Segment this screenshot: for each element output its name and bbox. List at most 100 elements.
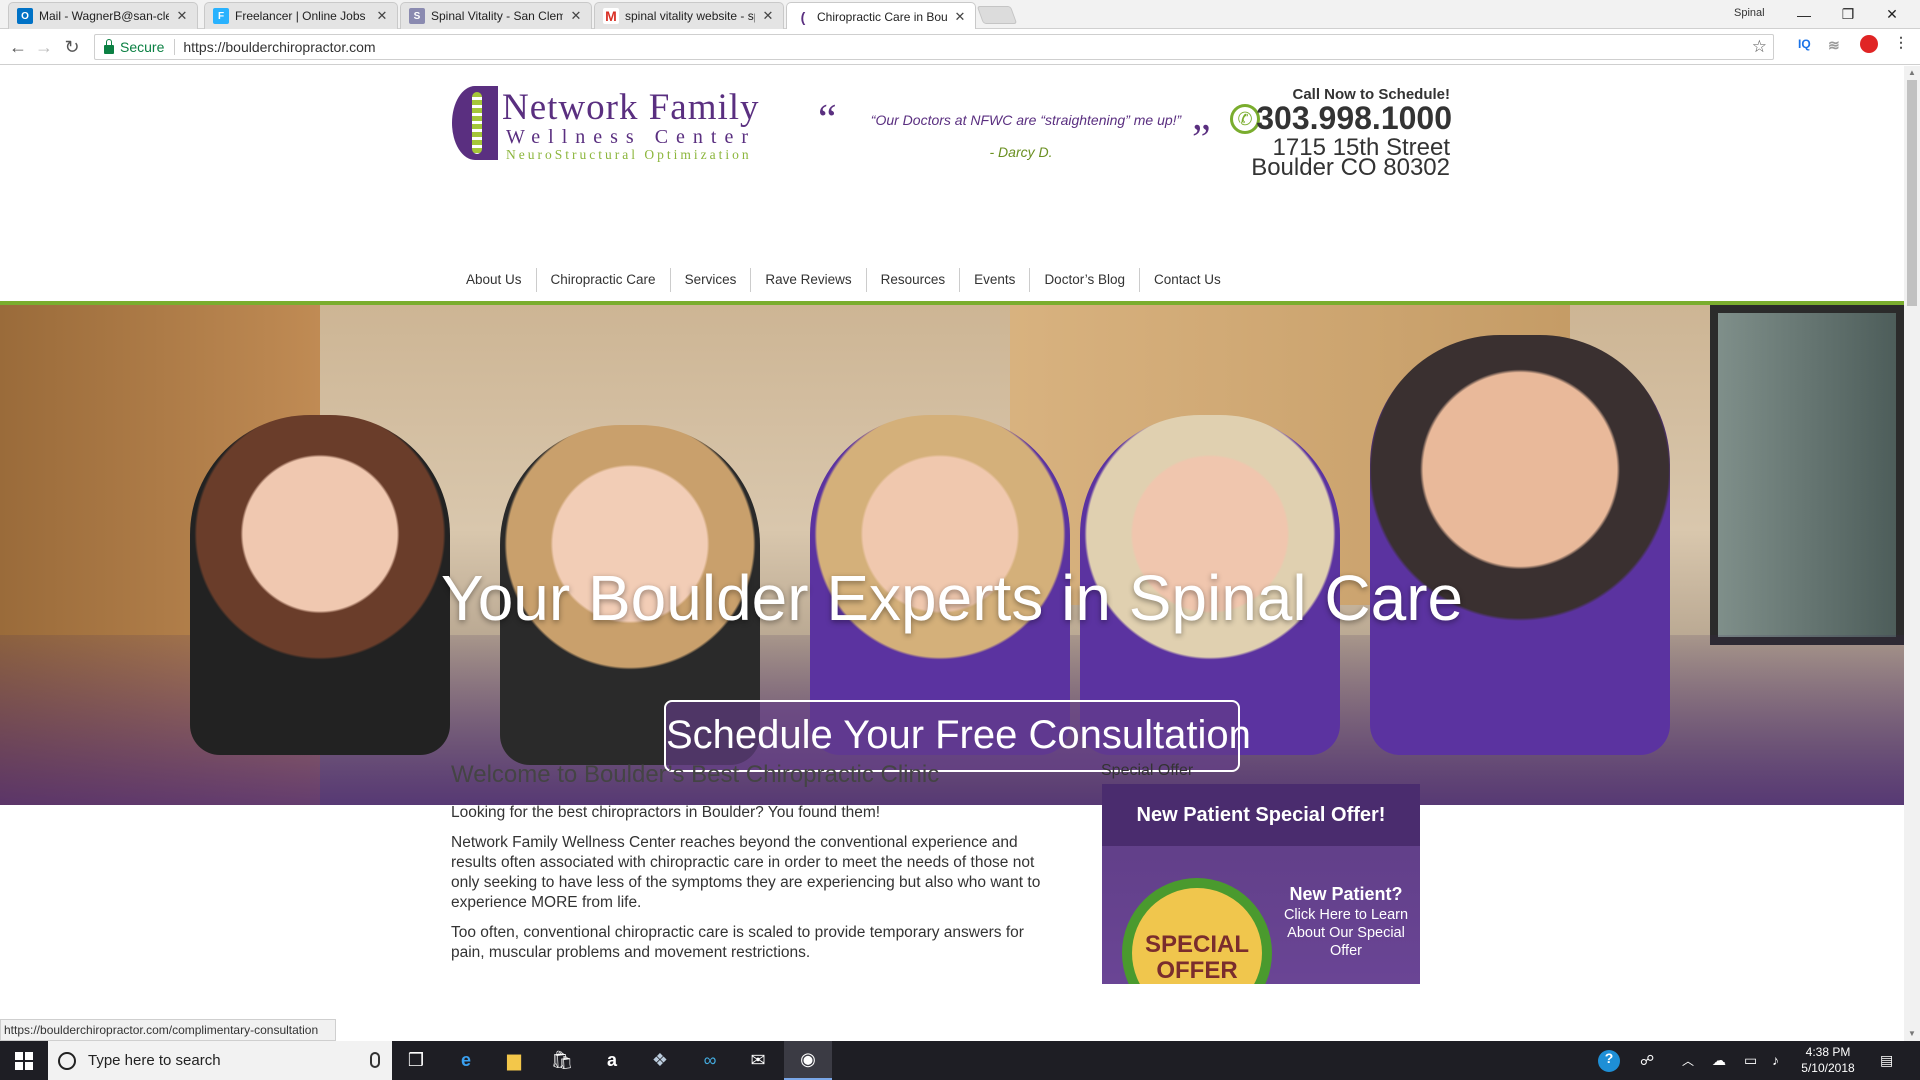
tab-label: Freelancer | Online Jobs | xyxy=(235,9,369,23)
link-status-bar: https://boulderchiropractor.com/complime… xyxy=(0,1019,336,1041)
special-offer-link-text[interactable]: Click Here to Learn About Our Special Of… xyxy=(1272,906,1420,960)
infinity-app-icon[interactable]: ∞ xyxy=(686,1041,734,1080)
profile-name[interactable]: Spinal xyxy=(1734,7,1765,19)
menu-dots-icon[interactable]: ⋮ xyxy=(1894,34,1908,51)
tab-spinal-vitality[interactable]: S Spinal Vitality - San Clem ✕ xyxy=(400,2,592,29)
help-icon[interactable]: ? xyxy=(1598,1050,1620,1072)
store-icon[interactable]: 🛍 xyxy=(538,1041,586,1080)
nfwc-icon: ( xyxy=(795,8,811,25)
clock-time: 4:38 PM xyxy=(1805,1045,1851,1059)
tab-label: Spinal Vitality - San Clem xyxy=(431,9,563,23)
url-text[interactable]: https://boulderchiropractor.com xyxy=(183,39,1751,55)
volume-icon[interactable]: ♪ xyxy=(1772,1052,1779,1068)
spine-icon: S xyxy=(409,8,425,24)
search-placeholder: Type here to search xyxy=(88,1052,221,1069)
divider xyxy=(174,39,176,55)
nav-item-doctors-blog[interactable]: Doctor’s Blog xyxy=(1030,268,1140,292)
windows-logo-icon xyxy=(15,1051,33,1070)
taskbar-search-box[interactable]: Type here to search xyxy=(48,1041,392,1080)
tab-mail[interactable]: O Mail - WagnerB@san-cle ✕ xyxy=(8,2,198,29)
phone-number[interactable]: 303.998.1000 xyxy=(1200,100,1452,137)
close-icon[interactable]: ✕ xyxy=(953,9,967,25)
show-hidden-icons-icon[interactable]: ︿ xyxy=(1682,1052,1694,1069)
special-offer-card[interactable]: New Patient Special Offer! SPECIAL OFFER… xyxy=(1102,784,1420,984)
start-button[interactable] xyxy=(0,1041,48,1080)
outlook-icon: O xyxy=(17,8,33,24)
onedrive-icon[interactable]: ☁ xyxy=(1712,1052,1726,1069)
mail-icon[interactable]: ✉ xyxy=(734,1041,782,1080)
testimonial-quote: “Our Doctors at NFWC are “straightening”… xyxy=(870,112,1182,128)
tab-chiropractic-care[interactable]: ( Chiropractic Care in Boul ✕ xyxy=(786,2,976,30)
page-scrollbar[interactable]: ▲ ▼ xyxy=(1904,66,1920,1041)
close-icon[interactable]: ✕ xyxy=(175,8,189,24)
nav-item-services[interactable]: Services xyxy=(671,268,752,292)
scroll-down-icon[interactable]: ▼ xyxy=(1904,1027,1920,1041)
special-offer-badge: SPECIAL OFFER xyxy=(1122,878,1272,984)
nav-item-rave-reviews[interactable]: Rave Reviews xyxy=(751,268,867,292)
tab-label: spinal vitality website - sp xyxy=(625,9,755,23)
amazon-icon[interactable]: a xyxy=(588,1041,636,1080)
dropbox-icon[interactable]: ❖ xyxy=(636,1041,684,1080)
network-icon[interactable]: ▭ xyxy=(1744,1052,1757,1069)
close-icon[interactable]: ✕ xyxy=(761,8,775,24)
restore-icon[interactable]: ❐ xyxy=(1826,0,1870,29)
new-tab-button[interactable] xyxy=(976,6,1018,24)
gmail-icon: M xyxy=(603,8,619,24)
logo-line-1: Network Family xyxy=(502,87,760,128)
secure-label: Secure xyxy=(120,39,165,55)
reload-icon[interactable]: ↻ xyxy=(60,35,84,59)
scrollbar-thumb[interactable] xyxy=(1907,80,1917,306)
task-view-icon[interactable]: ❒ xyxy=(392,1041,440,1080)
intro-paragraph-3: Too often, conventional chiropractic car… xyxy=(451,924,1024,961)
close-window-icon[interactable]: ✕ xyxy=(1870,0,1914,29)
close-icon[interactable]: ✕ xyxy=(569,8,583,24)
tab-label: Chiropractic Care in Boul xyxy=(817,9,947,24)
intro-paragraph-2: Network Family Wellness Center reaches b… xyxy=(451,834,1041,911)
freelancer-icon: F xyxy=(213,8,229,24)
special-offer-heading: Special Offer xyxy=(1101,762,1194,779)
close-icon[interactable]: ✕ xyxy=(375,8,389,24)
extension-icon[interactable]: ≋ xyxy=(1828,37,1840,54)
file-explorer-icon[interactable]: ▆ xyxy=(490,1041,538,1080)
staff-figure-shape xyxy=(1370,335,1670,755)
chrome-icon[interactable]: ◉ xyxy=(784,1041,832,1080)
nav-item-chiropractic-care[interactable]: Chiropractic Care xyxy=(537,268,671,292)
intro-paragraph-1: Looking for the best chiropractors in Bo… xyxy=(451,804,881,821)
web-page: Network Family Wellness Center NeuroStru… xyxy=(0,66,1904,1041)
nav-item-resources[interactable]: Resources xyxy=(867,268,961,292)
minimize-icon[interactable]: — xyxy=(1782,0,1826,29)
iq-extension-icon[interactable]: IQ xyxy=(1798,37,1811,51)
system-clock[interactable]: 4:38 PM 5/10/2018 xyxy=(1790,1044,1866,1076)
address-line-2: Boulder CO 80302 xyxy=(1251,154,1450,181)
badge-text: SPECIAL OFFER xyxy=(1144,931,1249,984)
back-arrow-icon[interactable]: ← xyxy=(6,35,30,59)
action-center-icon[interactable]: ▤ xyxy=(1880,1052,1893,1069)
hero-title: Your Boulder Experts in Spinal Care xyxy=(440,562,1464,634)
microphone-icon[interactable] xyxy=(370,1052,380,1068)
tab-label: Mail - WagnerB@san-cle xyxy=(39,9,169,23)
bookmark-star-icon[interactable]: ☆ xyxy=(1752,37,1767,57)
new-patient-label: New Patient? xyxy=(1289,884,1403,904)
main-navigation: About Us Chiropractic Care Services Rave… xyxy=(452,268,1235,292)
site-logo[interactable]: Network Family Wellness Center NeuroStru… xyxy=(452,84,812,162)
forward-arrow-icon[interactable]: → xyxy=(32,35,56,59)
lastpass-icon[interactable] xyxy=(1860,35,1878,53)
lock-icon xyxy=(104,38,114,54)
nav-item-events[interactable]: Events xyxy=(960,268,1031,292)
tab-freelancer[interactable]: F Freelancer | Online Jobs | ✕ xyxy=(204,2,398,29)
logo-line-2: Wellness Center xyxy=(506,126,757,148)
special-offer-title: New Patient Special Offer! xyxy=(1102,784,1420,846)
quote-author: - Darcy D. xyxy=(989,144,1053,160)
browser-tab-strip: O Mail - WagnerB@san-cle ✕ F Freelancer … xyxy=(0,0,1920,30)
address-bar[interactable]: Secure https://boulderchiropractor.com ☆ xyxy=(94,34,1774,60)
cortana-icon xyxy=(58,1051,76,1070)
nav-item-contact-us[interactable]: Contact Us xyxy=(1140,268,1235,292)
spine-logo-icon xyxy=(452,86,498,160)
tab-gmail-search[interactable]: M spinal vitality website - sp ✕ xyxy=(594,2,784,29)
windows-taskbar: Type here to search ❒ e ▆ 🛍 a ❖ ∞ ✉ ◉ ? … xyxy=(0,1041,1920,1080)
scroll-up-icon[interactable]: ▲ xyxy=(1904,66,1920,80)
hero-banner: Your Boulder Experts in Spinal Care Sche… xyxy=(0,305,1904,805)
people-icon[interactable]: ☍ xyxy=(1640,1052,1654,1069)
nav-item-about-us[interactable]: About Us xyxy=(452,268,537,292)
edge-icon[interactable]: e xyxy=(442,1041,490,1080)
